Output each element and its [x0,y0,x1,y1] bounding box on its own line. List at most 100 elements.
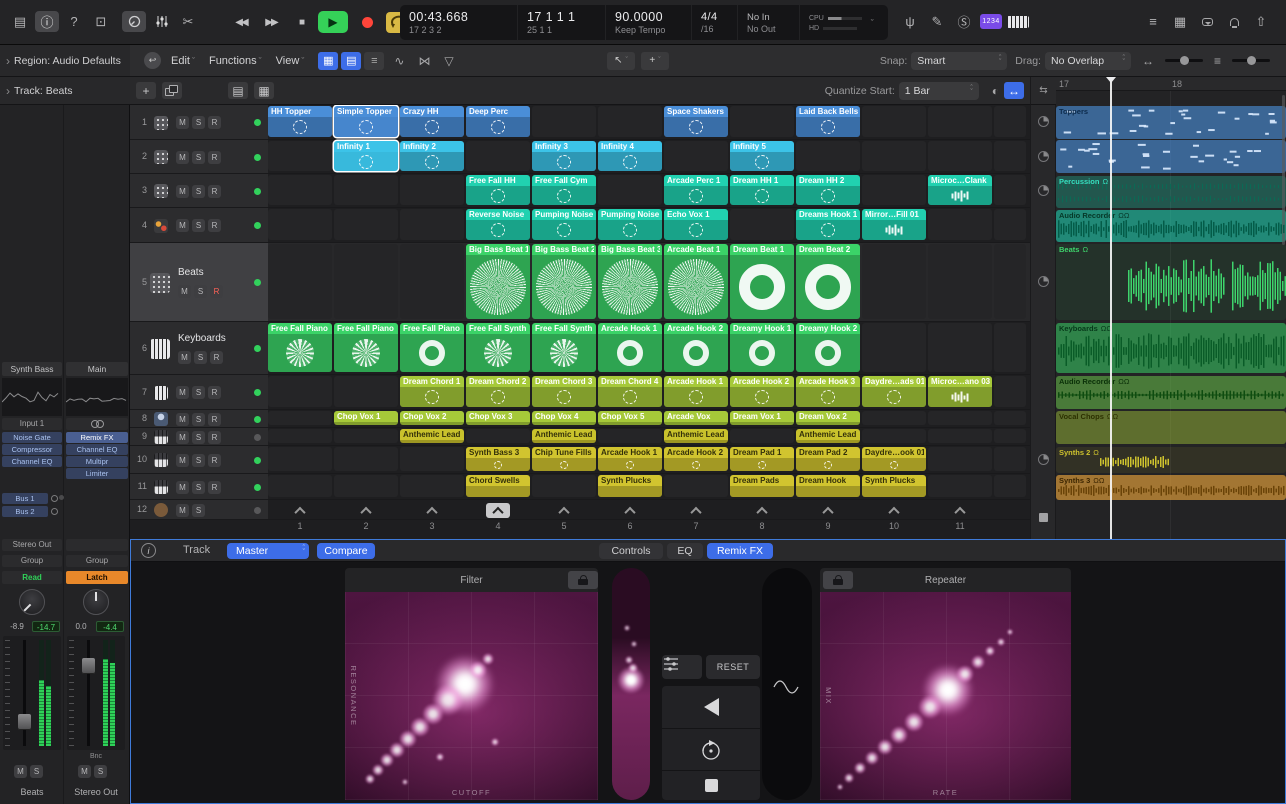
empty-cell[interactable] [928,209,992,240]
strip-solo-button[interactable]: S [30,765,43,778]
strip-mute-button[interactable]: M [78,765,91,778]
track-mute-button[interactable]: M [176,116,189,129]
track-record-button[interactable]: R [208,454,221,467]
empty-cell[interactable] [400,209,464,240]
filter-tool-icon[interactable]: ▽ [444,54,453,68]
empty-cell[interactable] [598,175,662,205]
scene-trigger-button[interactable] [750,503,774,518]
track-solo-button[interactable]: S [194,285,207,298]
loop-cell[interactable]: Dreams Hook 1 [796,209,860,240]
reset-button[interactable]: RESET [706,655,760,679]
zoom-v-icon[interactable]: ≡ [1214,54,1221,68]
empty-cell[interactable] [334,475,398,497]
empty-cell[interactable] [994,244,1026,319]
bounce-label[interactable]: Bnc [67,753,125,760]
loop-cell[interactable]: Dream Beat 1 [730,244,794,319]
v-zoom-slider[interactable] [1232,59,1270,62]
track-solo-button[interactable]: S [192,185,205,198]
track-solo-button[interactable]: S [192,504,205,517]
track-header[interactable]: 9MSR [130,428,268,445]
empty-cell[interactable] [862,141,926,171]
empty-cell[interactable] [928,411,992,425]
fx-slot[interactable]: Multipr [66,456,128,467]
loop-cell[interactable]: Infinity 2 [400,141,464,171]
loop-cell[interactable]: Chip Tune Fills [532,447,596,471]
empty-cell[interactable] [334,209,398,240]
empty-cell[interactable] [268,475,332,497]
grid-divider-icon[interactable]: ▦ [254,82,274,99]
loop-cell[interactable]: Dream Chord 3 [532,376,596,407]
loop-cell[interactable]: Dream Pads [730,475,794,497]
track-mute-button[interactable]: M [176,413,189,426]
track-record-button[interactable]: R [208,151,221,164]
loop-cell[interactable]: Synth Bass 3 [466,447,530,471]
loop-cell[interactable]: Arcade Hook 2 [664,323,728,372]
track-solo-button[interactable]: S [192,116,205,129]
gater-strip[interactable] [762,568,812,800]
curve-tool-icon[interactable]: ∿ [394,54,404,68]
track-header[interactable]: 5BeatsMSR [130,243,268,321]
track-solo-button[interactable]: S [192,481,205,494]
pointer-tool-dropdown[interactable]: ↖ˇ [607,52,635,70]
plugin-tab-eq[interactable]: EQ [667,543,703,559]
loop-cell[interactable]: Space Shakers [664,106,728,137]
cell-queue-clock-icon[interactable] [1038,151,1049,162]
loop-cell[interactable]: Free Fall Piano [400,323,464,372]
stop-button[interactable]: ■ [288,12,314,33]
empty-cell[interactable] [862,175,926,205]
empty-cell[interactable] [400,175,464,205]
performance-mode-icon[interactable]: ◐ [992,84,999,98]
loop-cell[interactable]: Free Fall Piano [268,323,332,372]
quantize-start-dropdown[interactable]: 1 Barˆˇ [899,82,979,100]
track-solo-button[interactable]: S [192,413,205,426]
playhead[interactable] [1110,77,1112,539]
rewind-button[interactable]: ◀◀ [228,12,254,33]
empty-cell[interactable] [862,106,926,137]
empty-cell[interactable] [532,475,596,497]
strip-solo-button[interactable]: S [94,765,107,778]
loop-cell[interactable]: Synth Plucks [862,475,926,497]
empty-cell[interactable] [334,429,398,443]
empty-cell[interactable] [730,106,794,137]
empty-cell[interactable] [400,244,464,319]
drag-dropdown[interactable]: No Overlapˆˇ [1045,52,1131,70]
fx-settings-button[interactable] [662,655,702,679]
loop-cell[interactable]: Dream Chord 1 [400,376,464,407]
loop-cell[interactable]: Synth Plucks [598,475,662,497]
loop-cell[interactable]: Arcade Hook 2 [730,376,794,407]
loop-cell[interactable]: Dream Vox 2 [796,411,860,425]
loop-cell[interactable]: Free Fall Cym [532,175,596,205]
snap-dropdown[interactable]: Smartˆˇ [911,52,1007,70]
track-solo-button[interactable]: S [192,219,205,232]
track-record-button[interactable]: R [208,413,221,426]
loop-cell[interactable]: Reverse Noise [466,209,530,240]
loop-cell[interactable]: Pumping Noise [532,209,596,240]
empty-cell[interactable] [994,175,1026,205]
empty-cell[interactable] [928,475,992,497]
plugin-info-button[interactable]: i [141,543,156,558]
empty-cell[interactable] [928,429,992,443]
loop-cell[interactable]: Deep Perc [466,106,530,137]
empty-cell[interactable] [268,244,332,319]
loop-cell[interactable]: Dream Vox 1 [730,411,794,425]
fx-slot[interactable]: Channel EQ [2,456,62,467]
empty-cell[interactable] [994,447,1026,471]
fader-track[interactable] [87,640,90,746]
scene-trigger-button[interactable] [618,503,642,518]
loop-cell[interactable]: Arcade Beat 1 [664,244,728,319]
count-in-badge[interactable]: 1234 [979,11,1003,32]
list-editors-icon[interactable]: ≡ [1141,11,1165,32]
empty-cell[interactable] [268,175,332,205]
empty-cell[interactable] [994,376,1026,407]
loop-cell[interactable]: Arcade Hook 1 [598,447,662,471]
filter-xy-pad[interactable]: RESONANCECUTOFF [345,592,598,800]
loop-cell[interactable]: Free Fall HH [466,175,530,205]
empty-cell[interactable] [268,429,332,443]
empty-cell[interactable] [334,175,398,205]
empty-cell[interactable] [532,106,596,137]
lcd-chevron-icon[interactable]: ˇ [871,5,880,40]
automation-mode-read[interactable]: Read [2,571,62,584]
region-inspector-row[interactable]: › Region: Audio Defaults [0,45,130,77]
track-mute-button[interactable]: M [178,351,191,364]
track-solo-button[interactable]: S [192,151,205,164]
